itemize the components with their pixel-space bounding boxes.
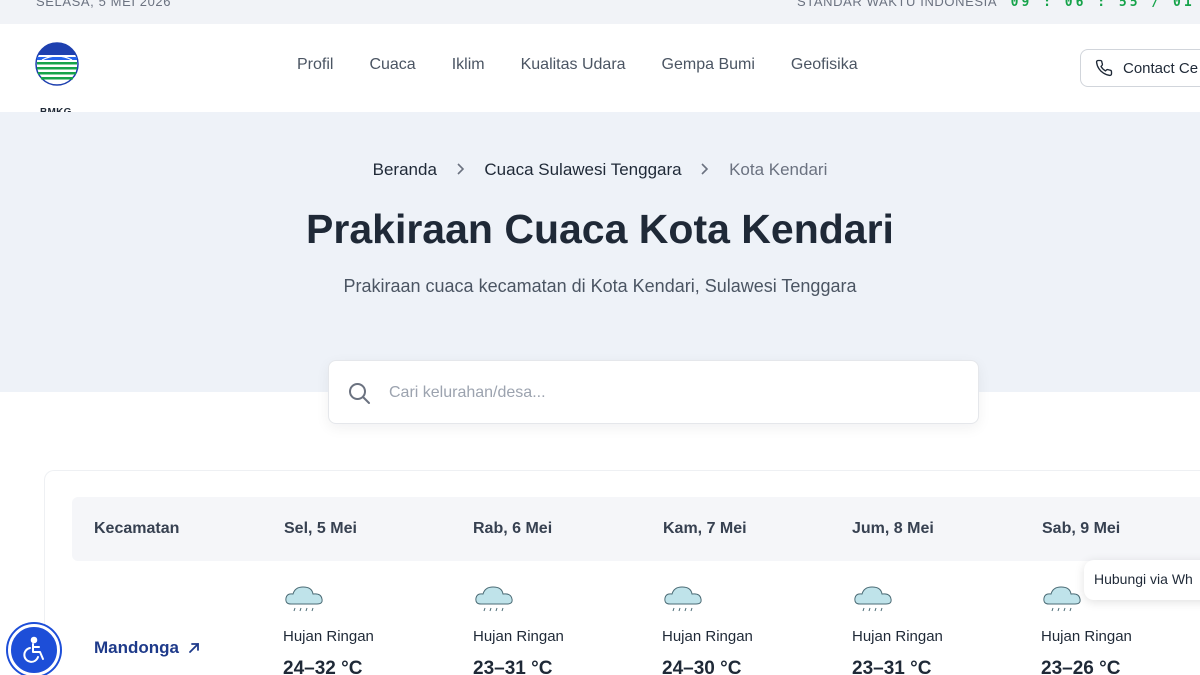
page-subtitle: Prakiraan cuaca kecamatan di Kota Kendar… <box>343 276 857 296</box>
nav-cuaca[interactable]: Cuaca <box>369 56 415 74</box>
wheelchair-icon <box>23 636 44 663</box>
search-input[interactable] <box>389 375 949 411</box>
breadcrumb-province[interactable]: Cuaca Sulawesi Tenggara <box>484 160 681 179</box>
forecast-temperature: 23–26 °C <box>1041 658 1121 675</box>
chevron-right-icon <box>700 160 710 180</box>
forecast-temperature: 23–31 °C <box>852 658 932 675</box>
current-date: SELASA, 5 MEI 2026 <box>36 0 172 9</box>
forecast-cell: Hujan Ringan 23–31 °C <box>852 584 1022 675</box>
breadcrumb-beranda[interactable]: Beranda <box>373 160 437 179</box>
standard-time-clock: STANDAR WAKTU INDONESIA 09 : 06 : 55 / 0… <box>797 0 1200 10</box>
light-rain-cloud-icon <box>1043 586 1081 612</box>
clock-label: STANDAR WAKTU INDONESIA <box>797 0 997 9</box>
forecast-condition: Hujan Ringan <box>473 628 564 645</box>
arrow-up-right-icon <box>189 643 199 653</box>
forecast-temperature: 24–32 °C <box>283 658 363 675</box>
whatsapp-contact-label: Hubungi via Wh <box>1094 571 1193 587</box>
forecast-temperature: 24–30 °C <box>662 658 742 675</box>
search-box <box>328 360 979 424</box>
clock-digits: 09 : 06 : 55 / 01 : 0 <box>1010 0 1200 10</box>
forecast-cell: Hujan Ringan 24–32 °C <box>283 584 453 675</box>
nav-gempa-bumi[interactable]: Gempa Bumi <box>662 56 755 74</box>
forecast-temperature: 23–31 °C <box>473 658 553 675</box>
whatsapp-contact-popup[interactable]: Hubungi via Wh <box>1084 560 1200 600</box>
kecamatan-link[interactable]: Mandonga <box>94 638 201 658</box>
table-header-row <box>72 497 1200 561</box>
nav-iklim[interactable]: Iklim <box>452 56 485 74</box>
forecast-condition: Hujan Ringan <box>1041 628 1132 645</box>
column-header-kecamatan: Kecamatan <box>94 520 180 537</box>
nav-profil[interactable]: Profil <box>297 56 333 74</box>
light-rain-cloud-icon <box>664 586 702 612</box>
top-info-bar: SELASA, 5 MEI 2026 STANDAR WAKTU INDONES… <box>0 0 1200 24</box>
column-header-day: Jum, 8 Mei <box>852 520 934 537</box>
breadcrumb-current: Kota Kendari <box>729 160 828 179</box>
main-nav: Profil Cuaca Iklim Kualitas Udara Gempa … <box>297 56 858 74</box>
contact-center-button[interactable]: Contact Ce <box>1080 49 1200 87</box>
forecast-condition: Hujan Ringan <box>852 628 943 645</box>
bmkg-logo[interactable] <box>34 40 80 98</box>
column-header-day: Sel, 5 Mei <box>284 520 357 537</box>
kecamatan-name: Mandonga <box>94 638 179 657</box>
breadcrumb: Beranda Cuaca Sulawesi Tenggara Kota Ken… <box>0 160 1200 180</box>
nav-geofisika[interactable]: Geofisika <box>791 56 858 74</box>
column-header-day: Sab, 9 Mei <box>1042 520 1121 537</box>
column-header-day: Rab, 6 Mei <box>473 520 553 537</box>
search-icon <box>349 383 370 404</box>
light-rain-cloud-icon <box>285 586 323 612</box>
forecast-cell: Hujan Ringan 23–31 °C <box>473 584 643 675</box>
phone-icon <box>1095 59 1113 77</box>
hero-section: Beranda Cuaca Sulawesi Tenggara Kota Ken… <box>0 112 1200 392</box>
page-title: Prakiraan Cuaca Kota Kendari <box>306 206 894 252</box>
nav-kualitas-udara[interactable]: Kualitas Udara <box>521 56 626 74</box>
light-rain-cloud-icon <box>475 586 513 612</box>
site-header: BMKG Profil Cuaca Iklim Kualitas Udara G… <box>0 24 1200 118</box>
column-header-day: Kam, 7 Mei <box>663 520 747 537</box>
forecast-cell: Hujan Ringan 24–30 °C <box>662 584 832 675</box>
accessibility-button[interactable] <box>8 624 60 675</box>
chevron-right-icon <box>456 160 466 180</box>
forecast-condition: Hujan Ringan <box>662 628 753 645</box>
forecast-condition: Hujan Ringan <box>283 628 374 645</box>
contact-center-label: Contact Ce <box>1123 59 1199 77</box>
light-rain-cloud-icon <box>854 586 892 612</box>
